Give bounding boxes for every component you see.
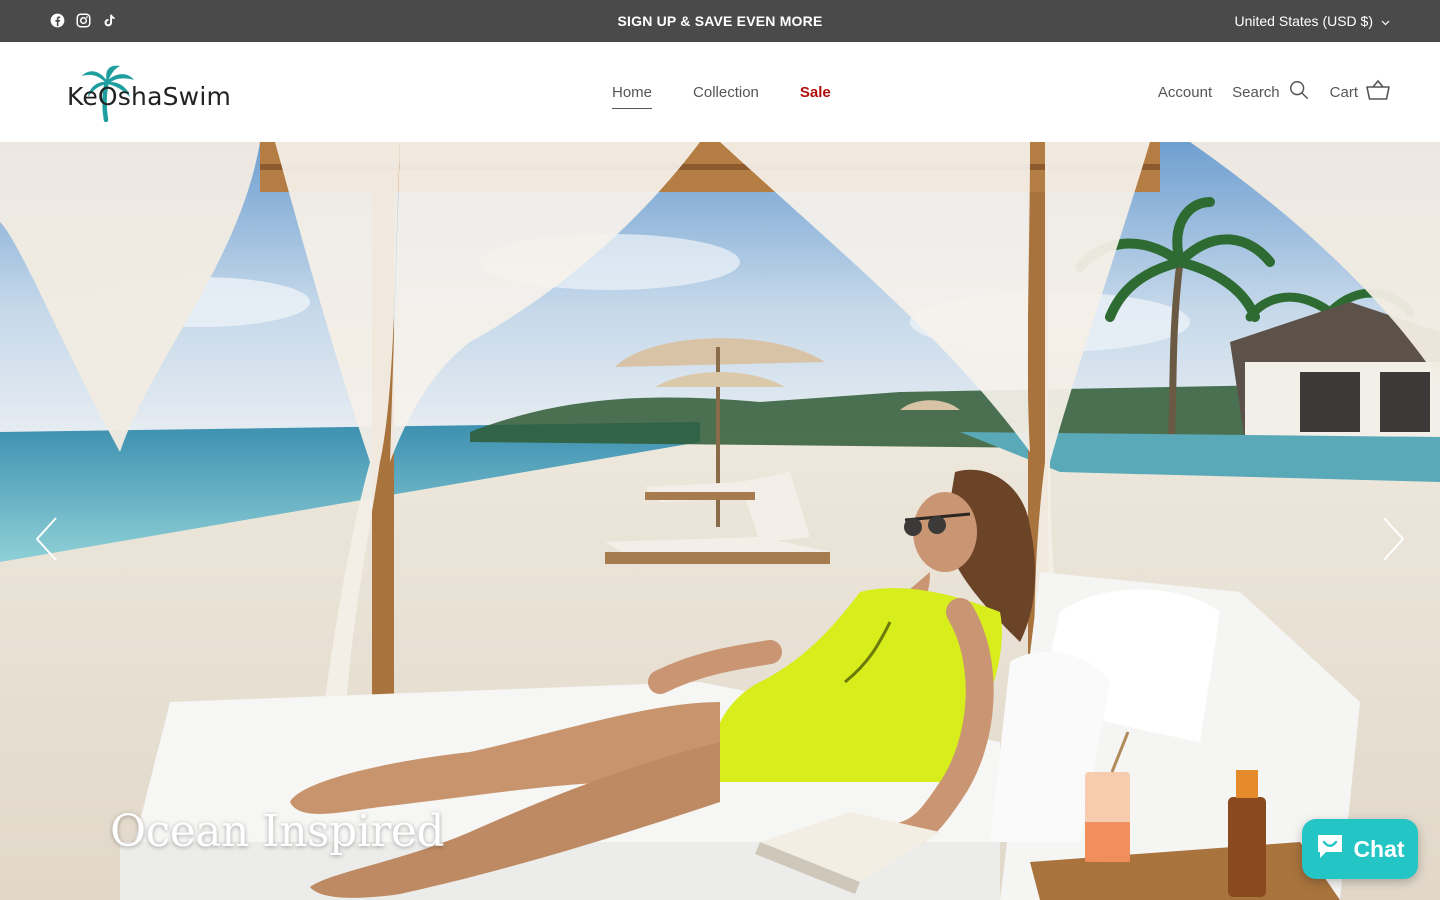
hero-slideshow: Ocean Inspired — [0, 142, 1440, 900]
cart-label: Cart — [1329, 83, 1358, 101]
header-actions: Account Search Cart — [1158, 42, 1390, 142]
search-link[interactable]: Search — [1232, 79, 1310, 105]
site-header: KeOshaSwim Home Collection Sale Account … — [0, 42, 1440, 142]
nav-home[interactable]: Home — [612, 84, 653, 109]
cart-link[interactable]: Cart — [1330, 79, 1390, 105]
currency-selector[interactable]: United States (USD $) — [1235, 0, 1391, 42]
announcement-bar: SIGN UP & SAVE EVEN MORE United States (… — [0, 0, 1440, 42]
account-label: Account — [1157, 83, 1213, 101]
currency-label: United States (USD $) — [1234, 13, 1374, 29]
nav-collection[interactable]: Collection — [693, 84, 759, 101]
slideshow-next-button[interactable] — [1378, 514, 1408, 564]
hero-title: Ocean Inspired — [110, 806, 445, 857]
chat-bubble-icon — [1315, 832, 1345, 866]
chevron-right-icon — [1383, 517, 1405, 561]
search-label: Search — [1232, 83, 1280, 101]
chat-button[interactable]: Chat — [1302, 819, 1418, 879]
chat-label: Chat — [1353, 835, 1405, 862]
search-icon — [1288, 79, 1310, 105]
chevron-down-icon — [1381, 13, 1390, 29]
hero-image — [0, 142, 1440, 900]
slideshow-prev-button[interactable] — [32, 514, 62, 564]
main-nav: Home Collection Sale — [612, 42, 831, 142]
nav-sale[interactable]: Sale — [800, 84, 831, 101]
logo-text: KeOshaSwim — [67, 82, 232, 111]
announcement-text[interactable]: SIGN UP & SAVE EVEN MORE — [0, 0, 1440, 42]
account-link[interactable]: Account — [1158, 84, 1212, 101]
chevron-left-icon — [35, 517, 57, 561]
logo[interactable]: KeOshaSwim — [64, 64, 248, 122]
shopping-basket-icon — [1366, 79, 1390, 105]
